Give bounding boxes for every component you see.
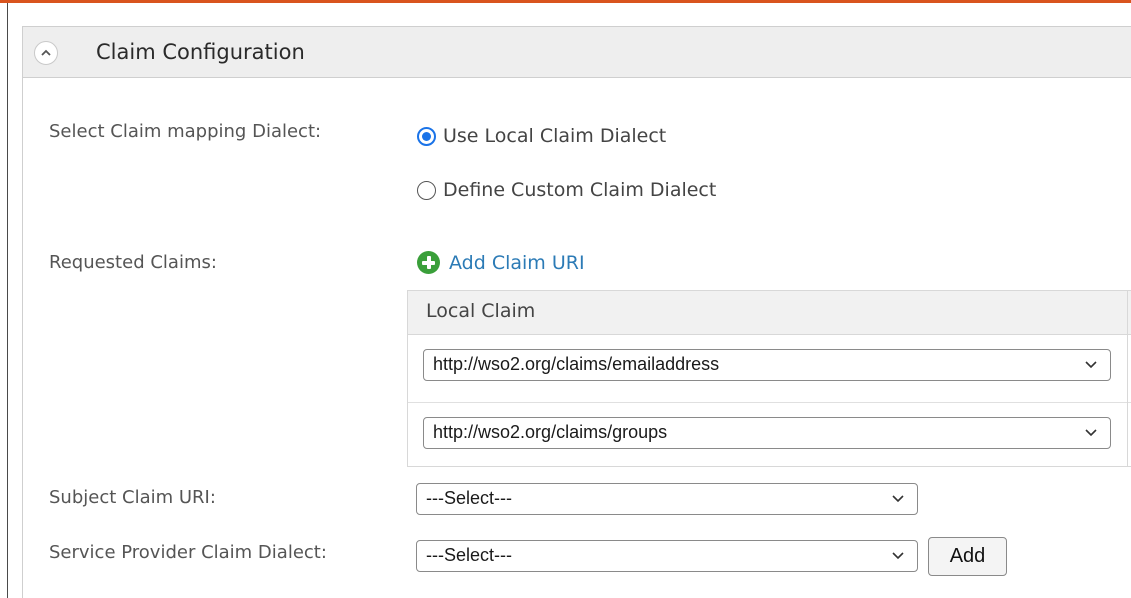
chevron-down-icon bbox=[892, 552, 904, 560]
select-value: ---Select--- bbox=[426, 488, 512, 508]
panel-title: Claim Configuration bbox=[96, 40, 305, 64]
subject-claim-uri-select[interactable]: ---Select--- bbox=[416, 483, 918, 515]
table-header: Local Claim bbox=[408, 291, 1131, 335]
select-value: ---Select--- bbox=[426, 545, 512, 565]
subject-claim-uri-label: Subject Claim URI: bbox=[49, 487, 216, 508]
add-dialect-button[interactable]: Add bbox=[928, 537, 1007, 576]
radio-label: Define Custom Claim Dialect bbox=[443, 179, 717, 201]
radio-label: Use Local Claim Dialect bbox=[443, 125, 667, 147]
add-claim-uri-text[interactable]: Add Claim URI bbox=[449, 252, 585, 274]
chevron-down-icon bbox=[1085, 361, 1097, 369]
chevron-down-icon bbox=[1085, 429, 1097, 437]
select-value: http://wso2.org/claims/emailaddress bbox=[433, 354, 720, 374]
column-header-local-claim: Local Claim bbox=[426, 300, 536, 322]
left-divider bbox=[7, 3, 8, 598]
sp-claim-dialect-label: Service Provider Claim Dialect: bbox=[49, 542, 327, 563]
radio-use-local-dialect[interactable]: Use Local Claim Dialect bbox=[417, 125, 666, 147]
local-claim-select-1[interactable]: http://wso2.org/claims/emailaddress bbox=[423, 349, 1111, 381]
radio-unchecked-icon[interactable] bbox=[417, 180, 436, 200]
top-accent-rule bbox=[0, 0, 1131, 3]
local-claim-select-2[interactable]: http://wso2.org/claims/groups bbox=[423, 417, 1111, 449]
table-column-edge bbox=[1127, 291, 1128, 466]
sp-claim-dialect-select[interactable]: ---Select--- bbox=[416, 540, 918, 572]
claim-configuration-page: Claim Configuration Select Claim mapping… bbox=[0, 0, 1131, 598]
collapse-button[interactable] bbox=[34, 41, 58, 65]
radio-define-custom-dialect[interactable]: Define Custom Claim Dialect bbox=[417, 179, 716, 201]
add-claim-uri-link[interactable]: Add Claim URI bbox=[417, 251, 585, 274]
table-row-divider bbox=[408, 402, 1131, 403]
select-value: http://wso2.org/claims/groups bbox=[433, 422, 668, 442]
radio-checked-icon[interactable] bbox=[417, 126, 436, 146]
requested-claims-label: Requested Claims: bbox=[49, 252, 217, 273]
plus-circle-icon bbox=[417, 251, 440, 274]
chevron-up-icon bbox=[41, 49, 51, 56]
chevron-down-icon bbox=[892, 495, 904, 503]
dialect-label: Select Claim mapping Dialect: bbox=[49, 121, 322, 142]
